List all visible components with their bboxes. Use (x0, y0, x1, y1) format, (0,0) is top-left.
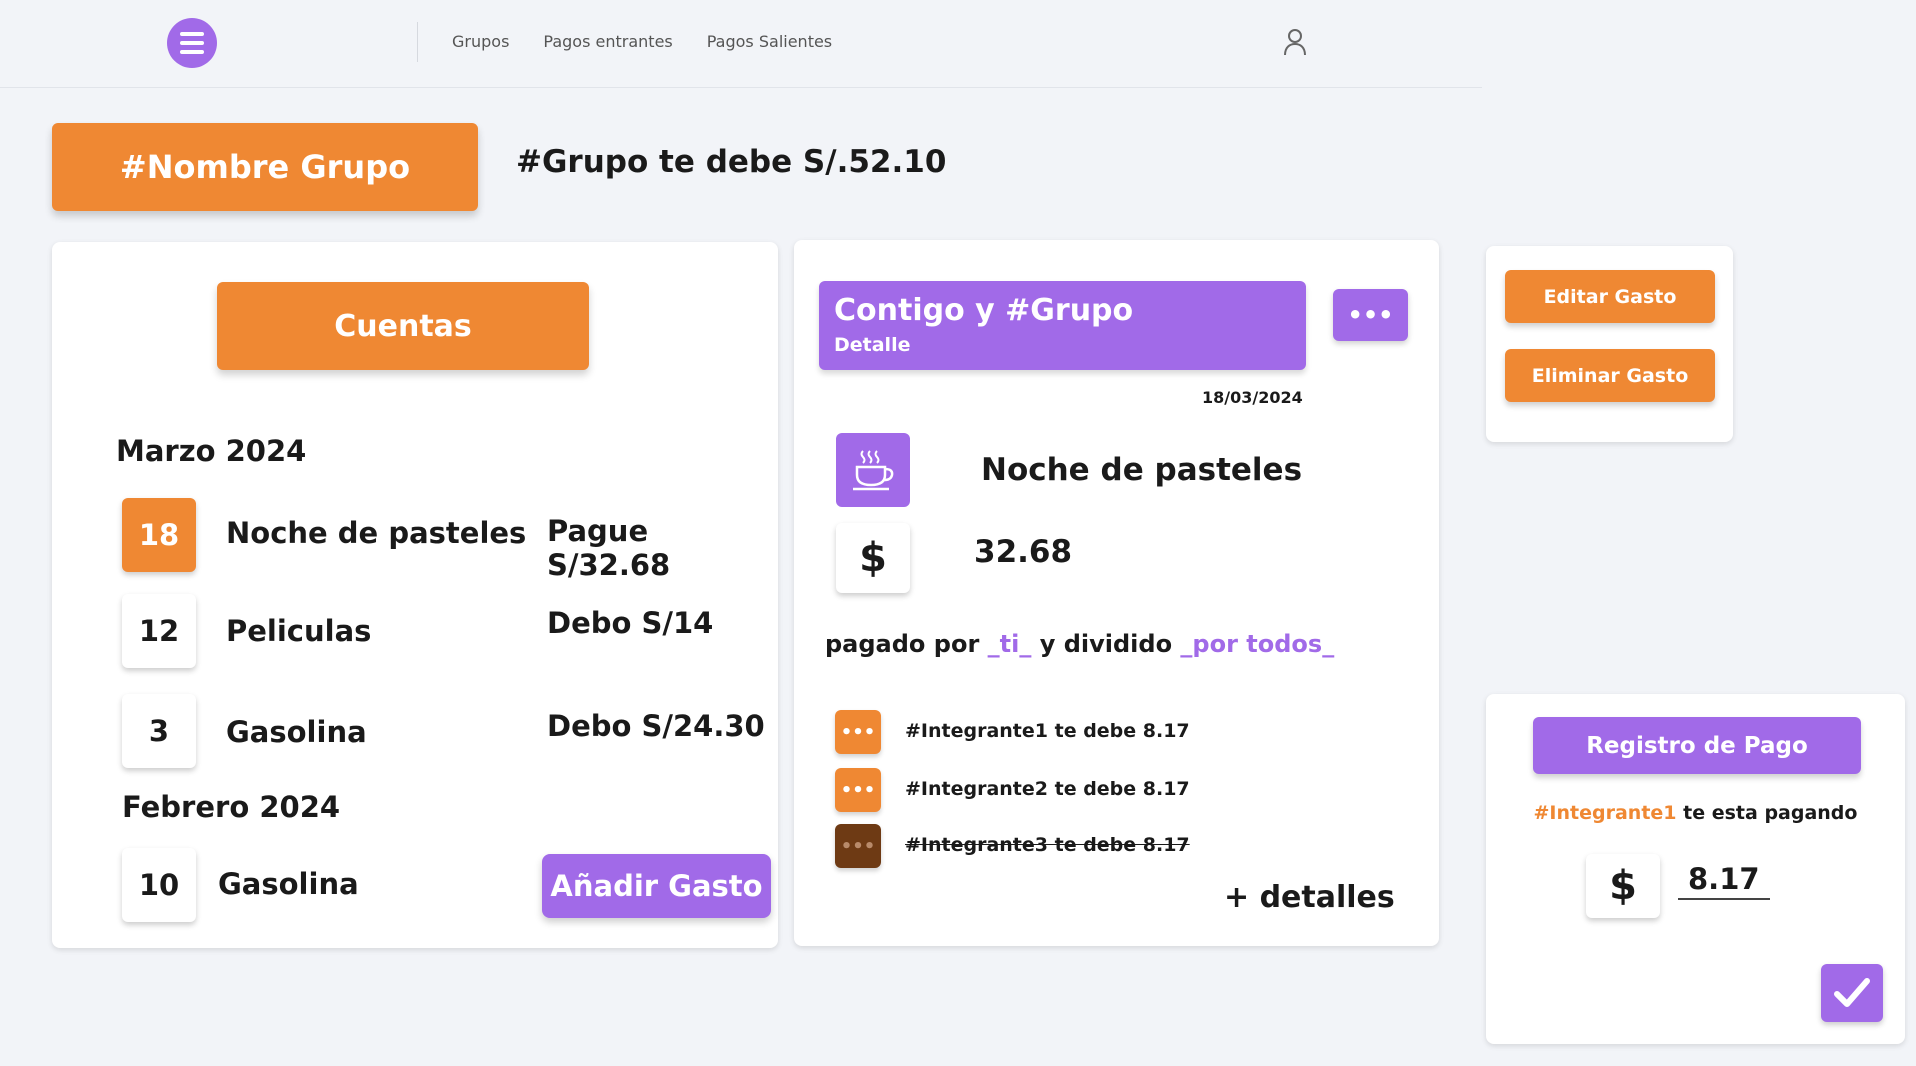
nav-divider (417, 22, 418, 62)
more-details-link[interactable]: + detalles (1224, 880, 1395, 915)
nav-item-grupos[interactable]: Grupos (452, 32, 509, 51)
member-options-button[interactable]: ••• (835, 710, 881, 754)
paid-by-payer[interactable]: _ti_ (988, 630, 1032, 658)
edit-expense-button[interactable]: Editar Gasto (1505, 270, 1715, 323)
paid-by-middle: y dividido (1039, 630, 1173, 658)
expense-day[interactable]: 3 (122, 694, 196, 768)
payment-payer-suffix: te esta pagando (1683, 802, 1858, 824)
cuentas-button[interactable]: Cuentas (217, 282, 589, 370)
dollar-icon: $ (836, 523, 910, 593)
expense-amount: Pague S/32.68 (547, 514, 671, 582)
payment-payer: #Integrante1 (1533, 802, 1677, 824)
nav-item-pagos-salientes[interactable]: Pagos Salientes (707, 32, 832, 51)
paid-by-prefix: pagado por (825, 630, 980, 658)
detail-expense-amount: 32.68 (974, 534, 1073, 570)
payment-amount-input[interactable] (1678, 860, 1770, 900)
delete-expense-button[interactable]: Eliminar Gasto (1505, 349, 1715, 402)
expense-day[interactable]: 10 (122, 848, 196, 922)
member-debt-text: #Integrante1 te debe 8.17 (905, 720, 1190, 742)
coffee-cup-icon (836, 433, 910, 507)
expense-amount: Debo S/24.30 (547, 709, 765, 743)
month-label: Marzo 2024 (116, 434, 307, 468)
accounts-card: Cuentas Marzo 2024 18 Noche de pasteles … (52, 242, 778, 948)
detail-subtitle: Detalle (834, 334, 911, 356)
expense-day[interactable]: 12 (122, 594, 196, 668)
member-debt-text: #Integrante2 te debe 8.17 (905, 778, 1190, 800)
paid-by-split[interactable]: _por todos_ (1180, 630, 1334, 658)
user-icon[interactable] (1282, 28, 1308, 56)
payment-description: #Integrante1 te esta pagando (1486, 802, 1905, 824)
member-options-button[interactable]: ••• (835, 768, 881, 812)
member-debt-text-settled: #Integrante3 te debe 8.17 (905, 834, 1190, 856)
member-options-button[interactable]: ••• (835, 824, 881, 868)
detail-expense-name: Noche de pasteles (981, 452, 1303, 488)
detail-date: 18/03/2024 (1202, 388, 1303, 407)
expense-detail-card: Contigo y #Grupo Detalle ••• 18/03/2024 … (794, 240, 1439, 946)
main-nav: Grupos Pagos entrantes Pagos Salientes (452, 32, 832, 51)
more-options-button[interactable]: ••• (1333, 289, 1408, 341)
expense-name[interactable]: Peliculas (226, 614, 371, 648)
expense-name[interactable]: Gasolina (226, 715, 367, 749)
paid-by-line: pagado por _ti_ y dividido _por todos_ (825, 630, 1334, 658)
confirm-check-button[interactable] (1821, 964, 1883, 1022)
add-expense-button[interactable]: Añadir Gasto (542, 854, 771, 918)
group-name-button[interactable]: #Nombre Grupo (52, 123, 478, 211)
expense-actions-card: Editar Gasto Eliminar Gasto (1486, 246, 1733, 442)
group-balance-text: #Grupo te debe S/.52.10 (516, 144, 947, 180)
expense-amount: Debo S/14 (547, 606, 714, 640)
menu-icon[interactable] (167, 18, 217, 68)
detail-header: Contigo y #Grupo Detalle (819, 281, 1306, 370)
expense-name[interactable]: Noche de pasteles (226, 516, 526, 550)
expense-name[interactable]: Gasolina (218, 867, 359, 901)
payment-record-card: Registro de Pago #Integrante1 te esta pa… (1486, 694, 1905, 1044)
detail-title: Contigo y #Grupo (834, 293, 1134, 328)
nav-item-pagos-entrantes[interactable]: Pagos entrantes (543, 32, 672, 51)
expense-day[interactable]: 18 (122, 498, 196, 572)
payment-record-title: Registro de Pago (1533, 717, 1861, 774)
month-label: Febrero 2024 (122, 790, 341, 824)
check-icon (1834, 978, 1870, 1007)
dollar-icon: $ (1586, 854, 1660, 918)
top-bar: Grupos Pagos entrantes Pagos Salientes (0, 0, 1482, 88)
